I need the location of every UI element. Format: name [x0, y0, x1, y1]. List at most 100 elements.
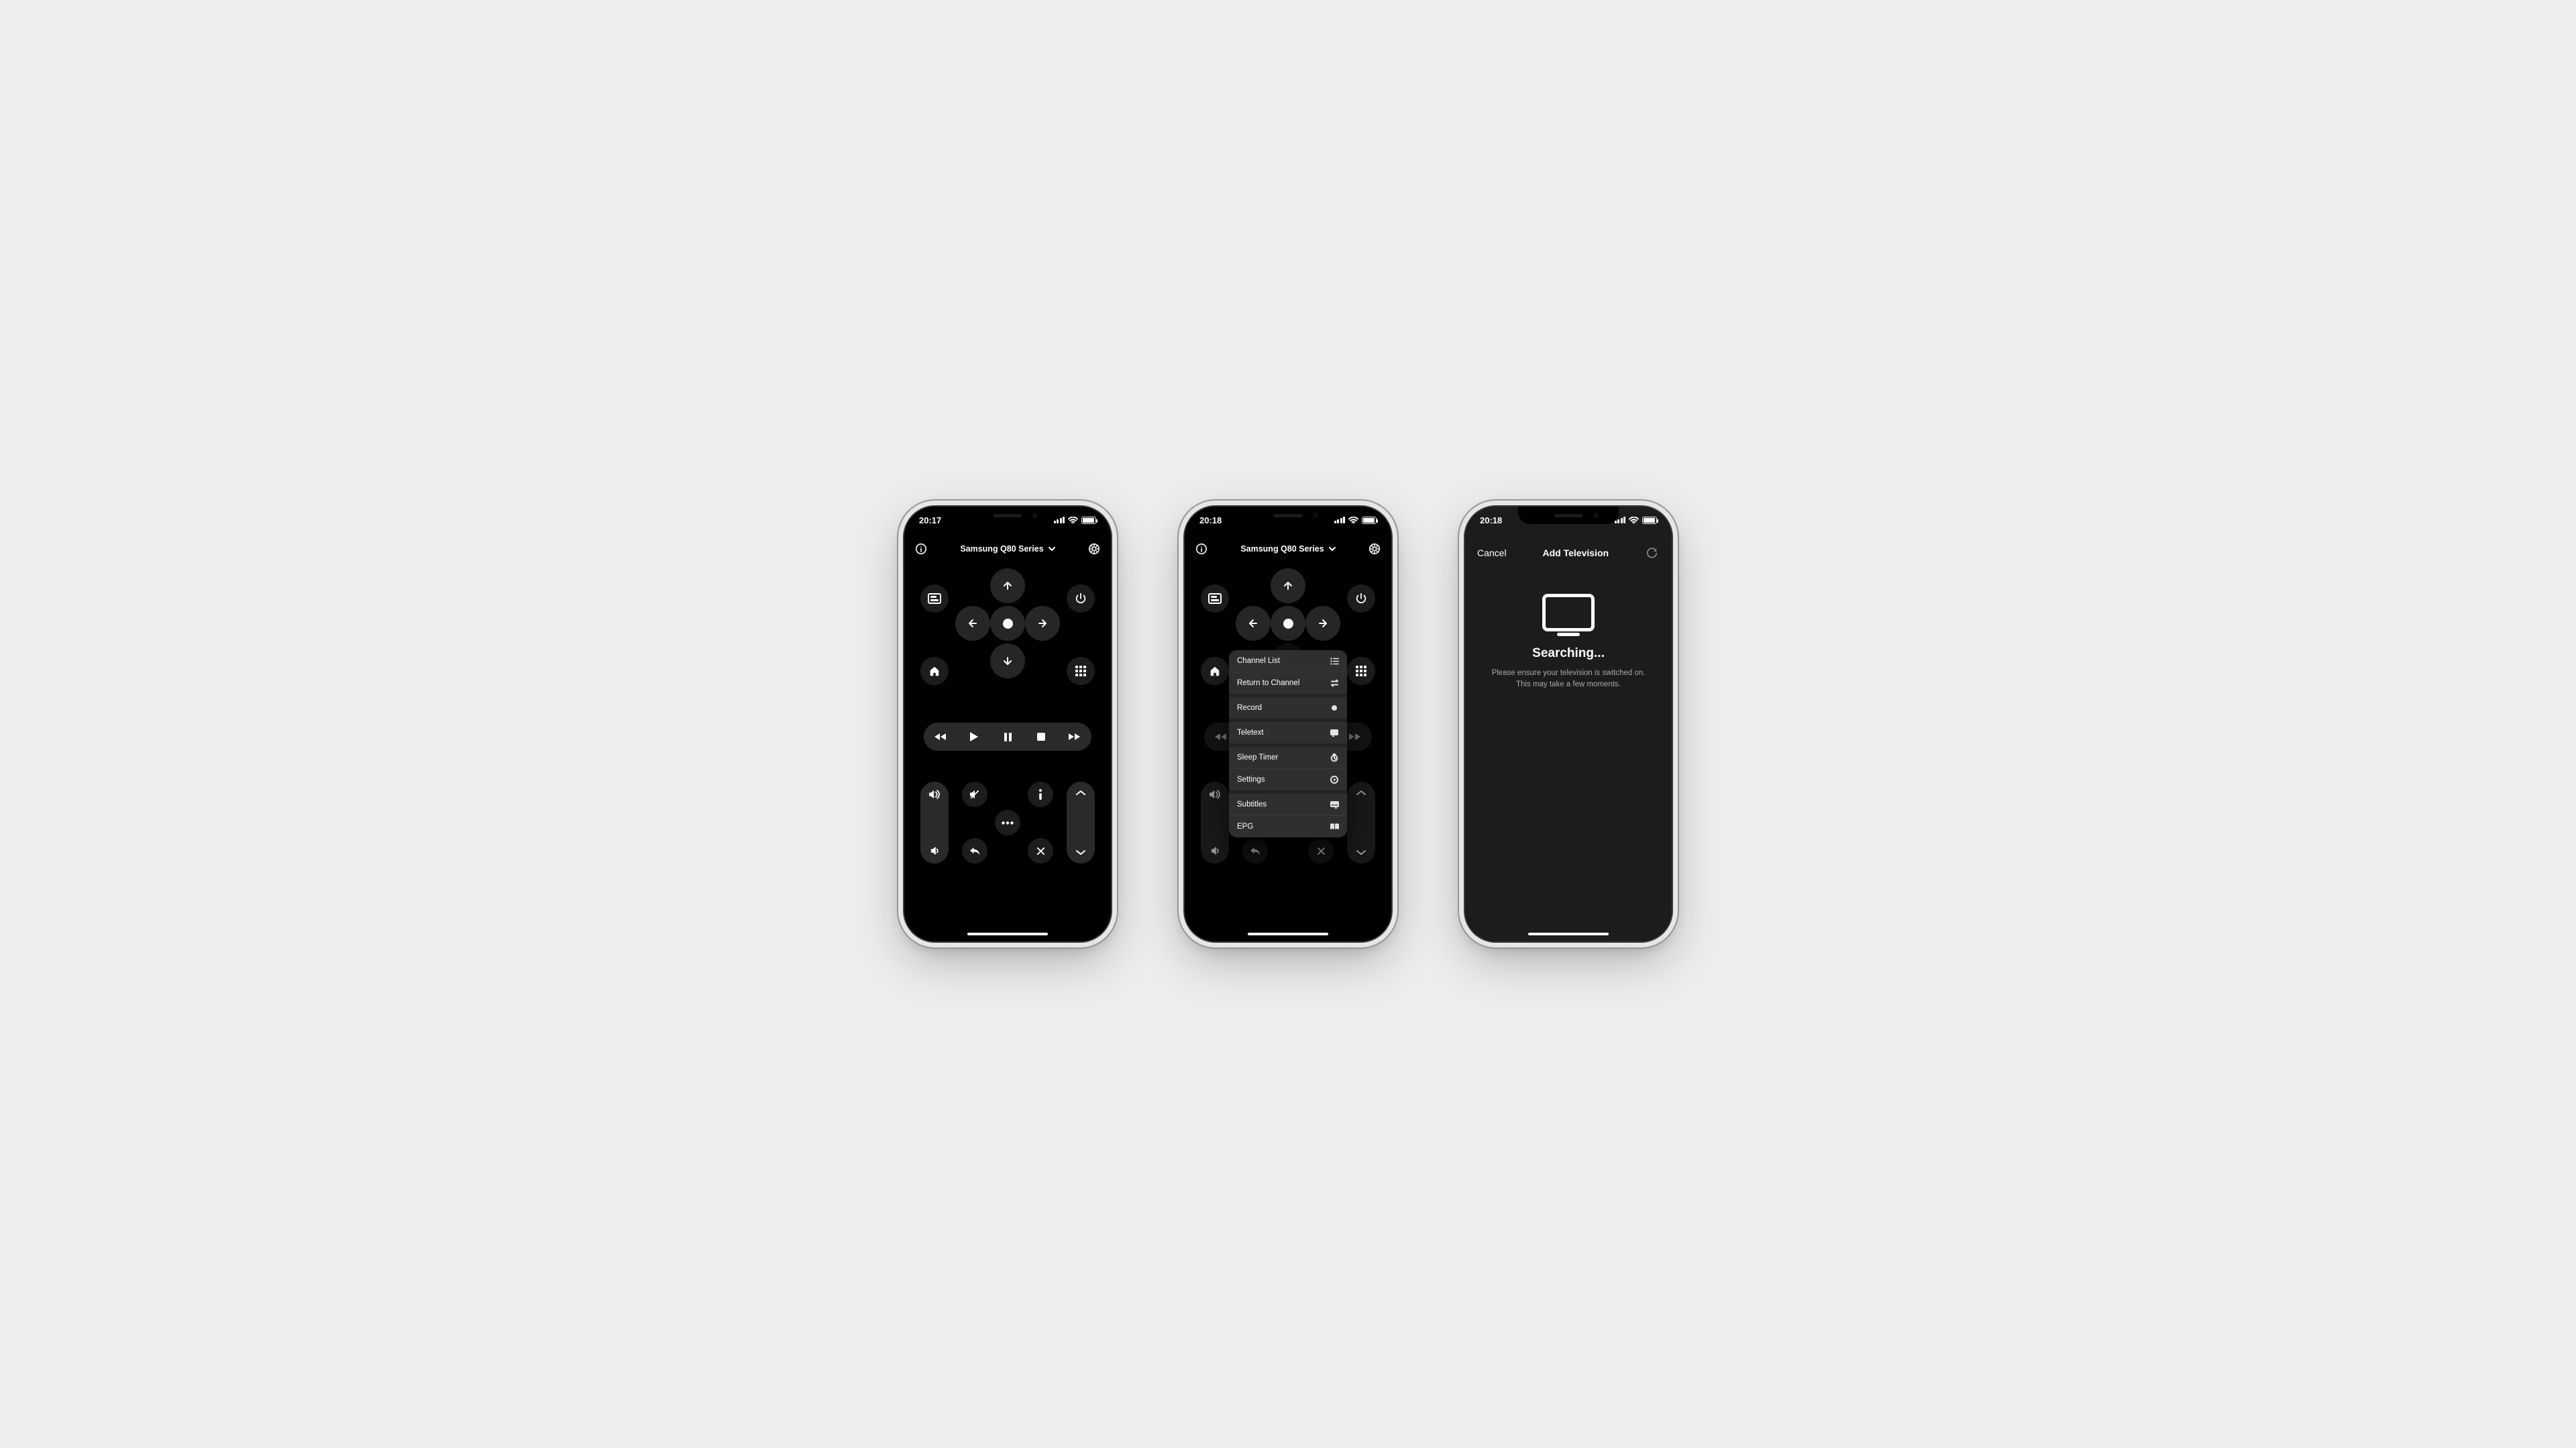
home-button[interactable]	[1201, 657, 1229, 685]
searching-sub1: Please ensure your television is switche…	[1492, 669, 1646, 677]
pause-button[interactable]	[994, 723, 1021, 750]
arrow-up-icon	[1003, 581, 1012, 590]
power-icon	[1355, 592, 1367, 605]
dpad-up[interactable]	[1271, 568, 1305, 603]
menu-item-epg[interactable]: EPG	[1229, 815, 1347, 837]
menu-item-label: Settings	[1237, 776, 1265, 784]
searching-panel: Searching... Please ensure your televisi…	[1465, 594, 1672, 691]
subtitles-icon	[1330, 800, 1339, 809]
tv-outline-icon	[1542, 594, 1595, 631]
home-indicator[interactable]	[1528, 933, 1609, 935]
guide-icon	[1330, 822, 1339, 831]
dpad-ok[interactable]	[990, 606, 1025, 641]
menu-item-subtitles[interactable]: Subtitles	[1229, 790, 1347, 815]
back-button[interactable]	[1242, 838, 1268, 864]
cancel-button[interactable]: Cancel	[1477, 548, 1507, 558]
exit-button[interactable]	[1028, 838, 1053, 864]
volume-down-button[interactable]	[1210, 846, 1220, 856]
menu-item-return-channel[interactable]: Return to Channel	[1229, 672, 1347, 694]
status-indicators	[1054, 517, 1097, 524]
more-actions-menu: Channel List Return to Channel Record Te…	[1229, 650, 1347, 837]
swap-icon	[1330, 678, 1339, 688]
dot-icon	[1283, 619, 1293, 629]
back-button[interactable]	[962, 838, 987, 864]
gear-icon	[1368, 543, 1381, 555]
status-indicators	[1334, 517, 1377, 524]
fast-forward-button[interactable]	[1061, 723, 1088, 750]
battery-icon	[1081, 517, 1096, 524]
dpad-right[interactable]	[1025, 606, 1060, 641]
menu-item-record[interactable]: Record	[1229, 694, 1347, 719]
dpad-right[interactable]	[1305, 606, 1340, 641]
battery-icon	[1642, 517, 1657, 524]
menu-item-label: Teletext	[1237, 729, 1264, 737]
mute-button[interactable]	[962, 782, 987, 807]
refresh-button[interactable]	[1645, 546, 1660, 560]
settings-small-icon	[1330, 775, 1339, 784]
settings-button[interactable]	[1367, 541, 1382, 556]
power-button[interactable]	[1347, 584, 1375, 613]
wifi-icon	[1348, 517, 1358, 524]
volume-down-button[interactable]	[930, 846, 940, 856]
app-header: Samsung Q80 Series	[904, 536, 1111, 562]
rewind-button[interactable]	[927, 723, 954, 750]
menu-item-channel-list[interactable]: Channel List	[1229, 650, 1347, 672]
source-button[interactable]	[1201, 584, 1229, 613]
channel-down-button[interactable]	[1076, 849, 1085, 856]
menu-item-label: Channel List	[1237, 657, 1280, 665]
arrow-left-icon	[1248, 619, 1258, 628]
dpad-up[interactable]	[990, 568, 1025, 603]
dpad-left[interactable]	[955, 606, 990, 641]
dpad-down[interactable]	[990, 643, 1025, 678]
chevron-down-icon	[1049, 547, 1055, 551]
fast-forward-icon	[1069, 733, 1081, 741]
status-time: 20:18	[1480, 515, 1502, 525]
channel-up-button[interactable]	[1356, 790, 1366, 796]
device-notch	[957, 507, 1058, 524]
dpad-ok[interactable]	[1271, 606, 1305, 641]
searching-heading: Searching...	[1532, 646, 1605, 661]
transport-bar	[924, 723, 1091, 751]
ellipsis-icon	[1002, 821, 1014, 825]
arrow-up-icon	[1283, 581, 1293, 590]
volume-up-button[interactable]	[1209, 790, 1221, 799]
volume-down-icon	[1210, 846, 1220, 856]
dpad	[955, 568, 1060, 682]
more-button[interactable]	[995, 810, 1020, 835]
exit-button[interactable]	[1308, 838, 1334, 864]
device-selector[interactable]: Samsung Q80 Series	[960, 544, 1055, 554]
volume-rocker	[1201, 782, 1229, 864]
channel-up-button[interactable]	[1076, 790, 1085, 796]
menu-item-settings[interactable]: Settings	[1229, 768, 1347, 790]
info-remote-button[interactable]	[1028, 782, 1053, 807]
play-button[interactable]	[961, 723, 987, 750]
arrow-right-icon	[1318, 619, 1328, 628]
channel-rocker	[1347, 782, 1375, 864]
status-time: 20:17	[919, 515, 941, 525]
menu-item-sleep-timer[interactable]: Sleep Timer	[1229, 743, 1347, 768]
menu-item-teletext[interactable]: Teletext	[1229, 719, 1347, 743]
close-icon	[1036, 847, 1045, 856]
timer-icon	[1330, 753, 1339, 762]
device-selector[interactable]: Samsung Q80 Series	[1240, 544, 1335, 554]
info-button[interactable]	[1194, 541, 1209, 556]
apps-button[interactable]	[1067, 657, 1095, 685]
dpad-left[interactable]	[1236, 606, 1271, 641]
info-button[interactable]	[914, 541, 928, 556]
apps-button[interactable]	[1347, 657, 1375, 685]
device-name: Samsung Q80 Series	[960, 544, 1043, 554]
battery-icon	[1362, 517, 1377, 524]
home-indicator[interactable]	[967, 933, 1048, 935]
volume-up-button[interactable]	[928, 790, 941, 799]
settings-button[interactable]	[1087, 541, 1102, 556]
chevron-up-icon	[1356, 790, 1366, 796]
home-indicator[interactable]	[1248, 933, 1328, 935]
volume-up-icon	[1209, 790, 1221, 799]
source-button[interactable]	[920, 584, 949, 613]
power-button[interactable]	[1067, 584, 1095, 613]
stop-button[interactable]	[1028, 723, 1055, 750]
channel-down-button[interactable]	[1356, 849, 1366, 856]
menu-item-label: Sleep Timer	[1237, 754, 1278, 762]
volume-up-icon	[928, 790, 941, 799]
home-button[interactable]	[920, 657, 949, 685]
